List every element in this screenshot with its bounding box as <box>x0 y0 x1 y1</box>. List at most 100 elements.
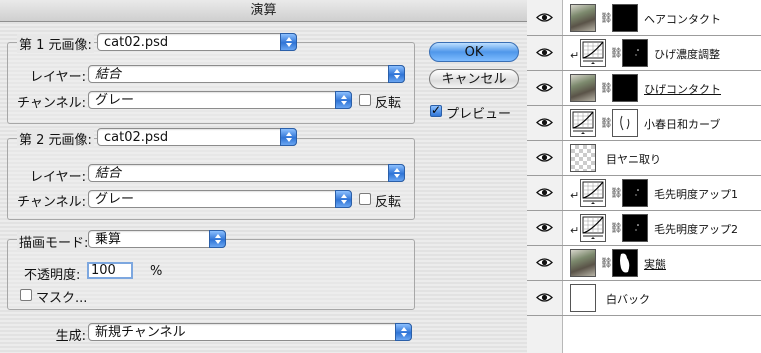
layer-row[interactable]: ⛓ 小春日和カーブ <box>527 106 761 141</box>
updown-arrows-icon <box>388 164 405 182</box>
blend-mode-popup[interactable]: 乗算 <box>88 230 226 248</box>
chain-icon[interactable]: ⛓ <box>610 188 623 199</box>
preview-checkbox[interactable] <box>430 103 442 117</box>
source2-invert-checkbox[interactable] <box>359 193 371 205</box>
eye-icon[interactable] <box>536 47 553 58</box>
chain-icon[interactable]: ⛓ <box>600 118 613 129</box>
source1-channel-value: グレー <box>95 93 135 108</box>
layer-thumbnail <box>580 179 606 207</box>
updown-arrows-icon <box>388 65 405 83</box>
source2-channel-value: グレー <box>95 192 135 207</box>
opacity-unit: % <box>150 264 163 279</box>
eye-icon[interactable] <box>536 12 553 23</box>
ok-button[interactable]: OK <box>429 42 519 62</box>
layer-thumbnail <box>570 249 596 277</box>
layer-thumbnail <box>570 74 596 102</box>
layer-row[interactable]: ⛓ ヘアコンタクト <box>527 1 761 36</box>
layer-thumbnail <box>570 144 596 172</box>
updown-arrows-icon <box>209 230 226 248</box>
layer-name: 小春日和カーブ <box>644 118 721 131</box>
source1-file-popup[interactable]: cat02.psd <box>97 33 297 51</box>
blend-mode-label: 描画モード: <box>17 232 91 251</box>
layer-thumbnail <box>570 284 596 312</box>
source1-layer-popup[interactable]: 結合 <box>88 65 405 83</box>
layer-name: 実態 <box>644 258 666 271</box>
result-value: 新規チャンネル <box>95 325 186 340</box>
layer-row[interactable]: ↵ ⛓ 毛先明度アップ2 <box>527 211 761 246</box>
opacity-input[interactable]: 100 <box>87 262 133 279</box>
clip-arrow-icon: ↵ <box>570 224 580 237</box>
layer-mask-thumbnail <box>622 39 648 67</box>
eye-icon[interactable] <box>536 222 553 233</box>
source2-channel-label: チャンネル: <box>17 195 86 210</box>
layer-name: 目ヤニ取り <box>606 153 661 166</box>
layer-mask-thumbnail <box>612 109 638 137</box>
layer-mask-thumbnail <box>612 249 638 277</box>
layer-thumbnail <box>580 214 606 242</box>
layer-mask-thumbnail <box>622 179 648 207</box>
chain-icon[interactable]: ⛓ <box>600 258 613 269</box>
updown-arrows-icon <box>280 33 297 51</box>
layer-name: ひげコンタクト <box>644 83 721 96</box>
dialog-title: 演算 <box>0 0 527 22</box>
layer-row[interactable]: 白バック <box>527 281 761 316</box>
layer-mask-thumbnail <box>612 4 638 32</box>
opacity-label: 不透明度: <box>24 268 81 283</box>
eye-icon[interactable] <box>536 257 553 268</box>
eye-icon[interactable] <box>536 117 553 128</box>
layer-row[interactable]: ⛓ 実態 <box>527 246 761 281</box>
chain-icon[interactable]: ⛓ <box>600 83 613 94</box>
layer-thumbnail <box>570 109 596 137</box>
source1-label: 第 1 元画像: <box>17 34 94 53</box>
source2-file-value: cat02.psd <box>104 130 169 145</box>
result-label: 生成: <box>55 329 86 344</box>
layer-thumbnail <box>570 4 596 32</box>
source2-file-popup[interactable]: cat02.psd <box>97 128 297 146</box>
layers-panel: ⛓ ヘアコンタクト ↵ ⛓ ひげ濃度調整 ⛓ ひげコンタクト ⛓ 小春日和カーブ目ヤニ取り ↵ ⛓ 毛… <box>527 0 761 353</box>
cancel-button[interactable]: キャンセル <box>429 69 519 89</box>
mask-checkbox[interactable] <box>20 289 32 301</box>
blend-mode-value: 乗算 <box>95 232 122 247</box>
source1-invert-label: 反転 <box>375 96 402 111</box>
calculations-dialog: 演算 第 1 元画像: cat02.psd レイヤー: 結合 チャンネル: グレ… <box>0 0 528 353</box>
chain-icon[interactable]: ⛓ <box>610 223 623 234</box>
source1-channel-label: チャンネル: <box>17 96 86 111</box>
layer-row[interactable]: ↵ ⛓ ひげ濃度調整 <box>527 36 761 71</box>
eye-icon[interactable] <box>536 187 553 198</box>
clip-arrow-icon: ↵ <box>570 189 580 202</box>
layer-row[interactable]: ⛓ ひげコンタクト <box>527 71 761 106</box>
layer-mask-thumbnail <box>612 74 638 102</box>
eye-icon[interactable] <box>536 292 553 303</box>
source1-file-value: cat02.psd <box>104 35 169 50</box>
layer-name: ひげ濃度調整 <box>654 48 720 61</box>
source2-invert-label: 反転 <box>375 195 402 210</box>
source2-channel-popup[interactable]: グレー <box>88 190 352 208</box>
chain-icon[interactable]: ⛓ <box>610 48 623 59</box>
layer-row[interactable]: ↵ ⛓ 毛先明度アップ1 <box>527 176 761 211</box>
clip-arrow-icon: ↵ <box>570 49 580 62</box>
source1-layer-label: レイヤー: <box>30 70 86 85</box>
source2-label: 第 2 元画像: <box>17 129 94 148</box>
layer-name: ヘアコンタクト <box>644 13 721 26</box>
layer-row[interactable]: 目ヤニ取り <box>527 141 761 176</box>
layer-thumbnail <box>580 39 606 67</box>
source2-layer-value: 結合 <box>95 166 122 181</box>
source1-layer-value: 結合 <box>95 67 122 82</box>
source2-layer-popup[interactable]: 結合 <box>88 164 405 182</box>
updown-arrows-icon <box>335 190 352 208</box>
layer-mask-thumbnail <box>622 214 648 242</box>
updown-arrows-icon <box>395 323 412 341</box>
layer-name: 白バック <box>606 293 650 306</box>
mask-label: マスク... <box>36 291 88 306</box>
updown-arrows-icon <box>280 128 297 146</box>
layer-name: 毛先明度アップ1 <box>654 188 738 201</box>
source1-invert-checkbox[interactable] <box>359 94 371 106</box>
result-popup[interactable]: 新規チャンネル <box>88 323 412 341</box>
chain-icon[interactable]: ⛓ <box>600 13 613 24</box>
source1-channel-popup[interactable]: グレー <box>88 91 352 109</box>
eye-icon[interactable] <box>536 152 553 163</box>
eye-icon[interactable] <box>536 82 553 93</box>
layer-name: 毛先明度アップ2 <box>654 223 738 236</box>
updown-arrows-icon <box>335 91 352 109</box>
source2-layer-label: レイヤー: <box>30 170 86 185</box>
